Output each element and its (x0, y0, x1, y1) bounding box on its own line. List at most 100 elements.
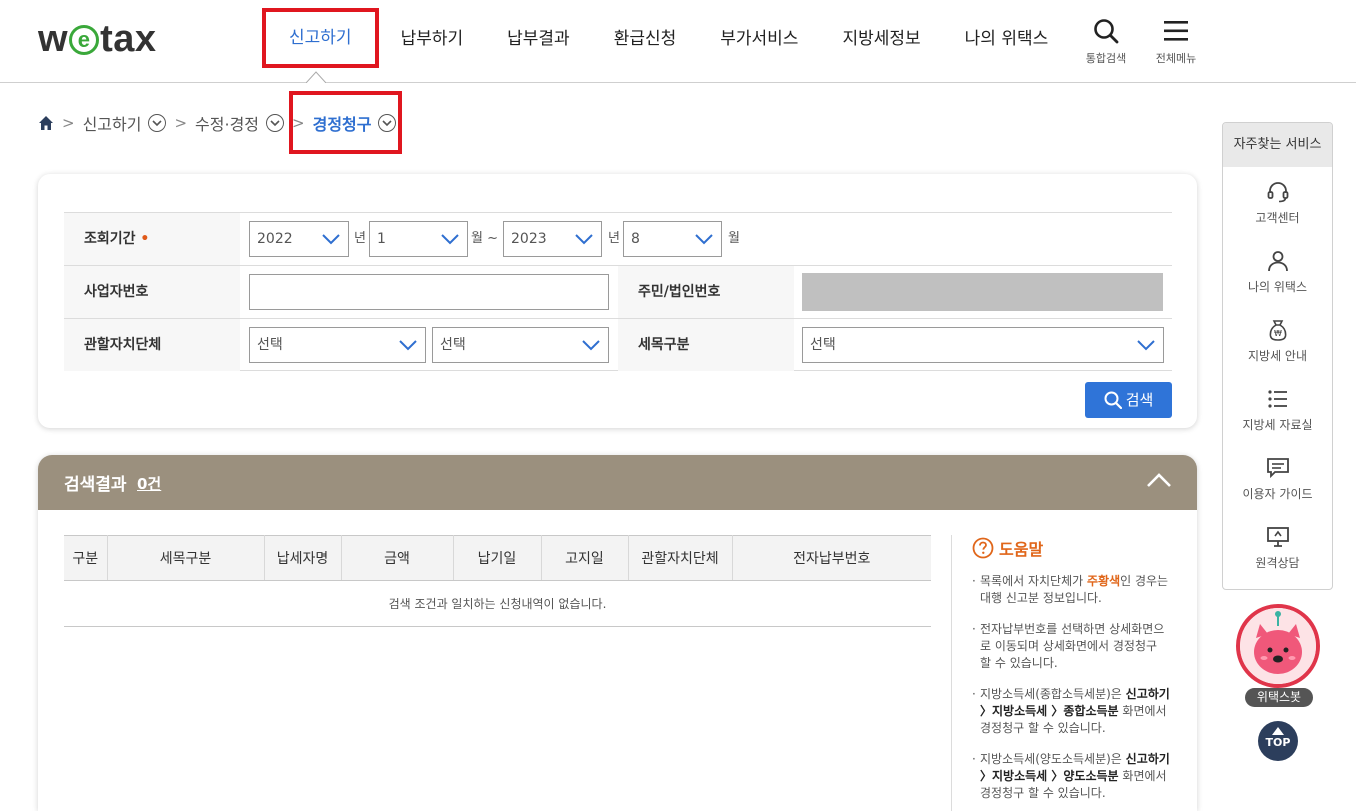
chevron-right-icon: > (174, 114, 188, 132)
quick-menu-title: 자주찾는 서비스 (1223, 123, 1332, 167)
scroll-top-button[interactable]: TOP (1258, 721, 1298, 761)
all-menu-button[interactable]: 전체메뉴 (1146, 18, 1206, 66)
quick-my-wetax[interactable]: 나의 위택스 (1223, 236, 1332, 305)
question-circle-icon (972, 537, 994, 559)
month-unit: 월 (728, 231, 740, 246)
monitor-icon (1266, 527, 1289, 547)
quick-local-tax-archive[interactable]: 지방세 자료실 (1223, 374, 1332, 443)
col-notice-date: 고지일 (541, 535, 629, 581)
results-panel: 검색결과 0건 구분 세목구분 납세자명 금액 납기일 고지일 관할자치단체 전… (38, 455, 1197, 811)
results-header: 검색결과 0건 (38, 455, 1197, 510)
breadcrumb-dropdown-1[interactable] (148, 114, 167, 132)
svg-text:₩: ₩ (1274, 329, 1282, 338)
col-category: 구분 (64, 535, 108, 581)
chevron-down-icon (575, 234, 593, 245)
period-label: 조회기간 • (64, 213, 240, 265)
nav-report[interactable]: 신고하기 (262, 8, 379, 68)
chevron-down-icon (582, 340, 600, 351)
speech-bubble-icon (1266, 458, 1289, 479)
help-item: 목록에서 자치단체가 주황색인 경우는 대행 신고분 정보입니다. (972, 573, 1171, 607)
search-row-period: 조회기간 • 2022 년 1 월 ~ 2023 년 8 월 (64, 212, 1172, 265)
caret-up-icon (1272, 727, 1284, 735)
start-year-select[interactable]: 2022 (249, 221, 349, 257)
empty-message: 검색 조건과 일치하는 신청내역이 없습니다. (64, 580, 931, 627)
chevron-down-icon (1137, 340, 1155, 351)
chatbot-label[interactable]: 위택스봇 (1245, 688, 1313, 707)
start-month-select[interactable]: 1 (369, 221, 468, 257)
chevron-down-icon (695, 234, 713, 245)
col-taxpayer: 납세자명 (264, 535, 342, 581)
nav-payment-result[interactable]: 납부결과 (485, 0, 592, 82)
main-nav: 신고하기 납부하기 납부결과 환급신청 부가서비스 지방세정보 나의 위택스 (262, 0, 1070, 82)
end-year-select[interactable]: 2023 (503, 221, 602, 257)
active-nav-pointer (306, 71, 326, 83)
list-icon (1267, 390, 1287, 408)
biz-no-label: 사업자번호 (64, 266, 240, 318)
resident-no-label: 주민/법인번호 (618, 266, 794, 318)
table-row: 검색 조건과 일치하는 신청내역이 없습니다. (64, 580, 931, 627)
hamburger-icon (1164, 21, 1188, 41)
highlight-box (289, 91, 402, 154)
search-row-filters: 관할자치단체 선택 선택 세목구분 선택 (64, 318, 1172, 371)
biz-no-input[interactable] (249, 274, 609, 310)
help-item: 지방소득세(종합소득세분)은 신고하기 〉지방소득세 〉종합소득분 화면에서 경… (972, 686, 1171, 737)
chevron-down-icon (441, 234, 459, 245)
col-tax-type: 세목구분 (107, 535, 265, 581)
chatbot-button[interactable] (1236, 604, 1320, 688)
quick-remote-support[interactable]: 원격상담 (1223, 512, 1332, 581)
nav-local-tax-info[interactable]: 지방세정보 (820, 0, 942, 82)
table-header-row: 구분 세목구분 납세자명 금액 납기일 고지일 관할자치단체 전자납부번호 (64, 535, 931, 581)
search-icon (1094, 19, 1119, 44)
search-button[interactable]: 검색 (1085, 382, 1172, 418)
search-row-ids: 사업자번호 주민/법인번호 (64, 265, 1172, 318)
col-due-date: 납기일 (453, 535, 542, 581)
help-title: 도움말 (972, 535, 1171, 561)
help-panel: 도움말 목록에서 자치단체가 주황색인 경우는 대행 신고분 정보입니다. 전자… (951, 535, 1171, 811)
chevron-up-icon[interactable] (1146, 472, 1172, 488)
home-icon[interactable] (38, 115, 54, 131)
search-panel: 조회기간 • 2022 년 1 월 ~ 2023 년 8 월 사업자번호 주민/… (38, 174, 1197, 428)
quick-user-guide[interactable]: 이용자 가이드 (1223, 443, 1332, 512)
jurisdiction-city-select[interactable]: 선택 (432, 327, 609, 363)
help-item: 지방소득세(양도소득세분)은 신고하기 〉지방소득세 〉양도소득분 화면에서 경… (972, 751, 1171, 802)
breadcrumb-amend[interactable]: 수정·경정 (195, 111, 259, 135)
chevron-down-icon (270, 120, 280, 127)
wetax-logo[interactable]: w e tax (38, 18, 156, 61)
month-range-unit: 월 ~ (471, 231, 498, 246)
year-unit: 년 (608, 231, 620, 246)
jurisdiction-province-select[interactable]: 선택 (249, 327, 426, 363)
results-table: 구분 세목구분 납세자명 금액 납기일 고지일 관할자치단체 전자납부번호 검색… (64, 535, 931, 627)
nav-my-wetax[interactable]: 나의 위택스 (943, 0, 1071, 82)
breadcrumb-dropdown-2[interactable] (266, 114, 285, 132)
nav-extra-services[interactable]: 부가서비스 (698, 0, 820, 82)
chevron-down-icon (152, 120, 163, 127)
integrated-search-button[interactable]: 통합검색 (1076, 18, 1136, 66)
user-icon (1267, 251, 1288, 272)
chatbot-mascot-icon (1240, 608, 1316, 684)
col-payment-no: 전자납부번호 (732, 535, 931, 581)
col-jurisdiction: 관할자치단체 (628, 535, 733, 581)
chevron-right-icon: > (62, 114, 75, 132)
end-month-select[interactable]: 8 (623, 221, 722, 257)
search-icon (1104, 391, 1122, 410)
quick-menu: 자주찾는 서비스 고객센터 나의 위택스 ₩ 지방세 안내 지방세 자료실 이용… (1222, 122, 1333, 590)
help-item: 전자납부번호를 선택하면 상세화면으로 이동되며 상세화면에서 경정청구 할 수… (972, 621, 1171, 672)
tax-type-label: 세목구분 (618, 319, 794, 371)
logo-e-mark: e (69, 25, 100, 55)
col-amount: 금액 (341, 535, 454, 581)
nav-payment[interactable]: 납부하기 (379, 0, 486, 82)
results-count: 0건 (137, 475, 162, 493)
help-list: 목록에서 자치단체가 주황색인 경우는 대행 신고분 정보입니다. 전자납부번호… (972, 573, 1171, 802)
money-bag-icon: ₩ (1269, 320, 1286, 341)
year-unit: 년 (354, 231, 366, 246)
chevron-down-icon (399, 340, 417, 351)
results-title: 검색결과 (64, 475, 127, 495)
tax-type-select[interactable]: 선택 (802, 327, 1164, 363)
jurisdiction-label: 관할자치단체 (64, 319, 240, 371)
header: w e tax 신고하기 납부하기 납부결과 환급신청 부가서비스 지방세정보 나의… (0, 0, 1356, 83)
quick-local-tax-guide[interactable]: ₩ 지방세 안내 (1223, 305, 1332, 374)
quick-customer-center[interactable]: 고객센터 (1223, 167, 1332, 236)
breadcrumb-report[interactable]: 신고하기 (83, 111, 142, 135)
nav-refund[interactable]: 환급신청 (592, 0, 699, 82)
headset-icon (1267, 182, 1288, 203)
